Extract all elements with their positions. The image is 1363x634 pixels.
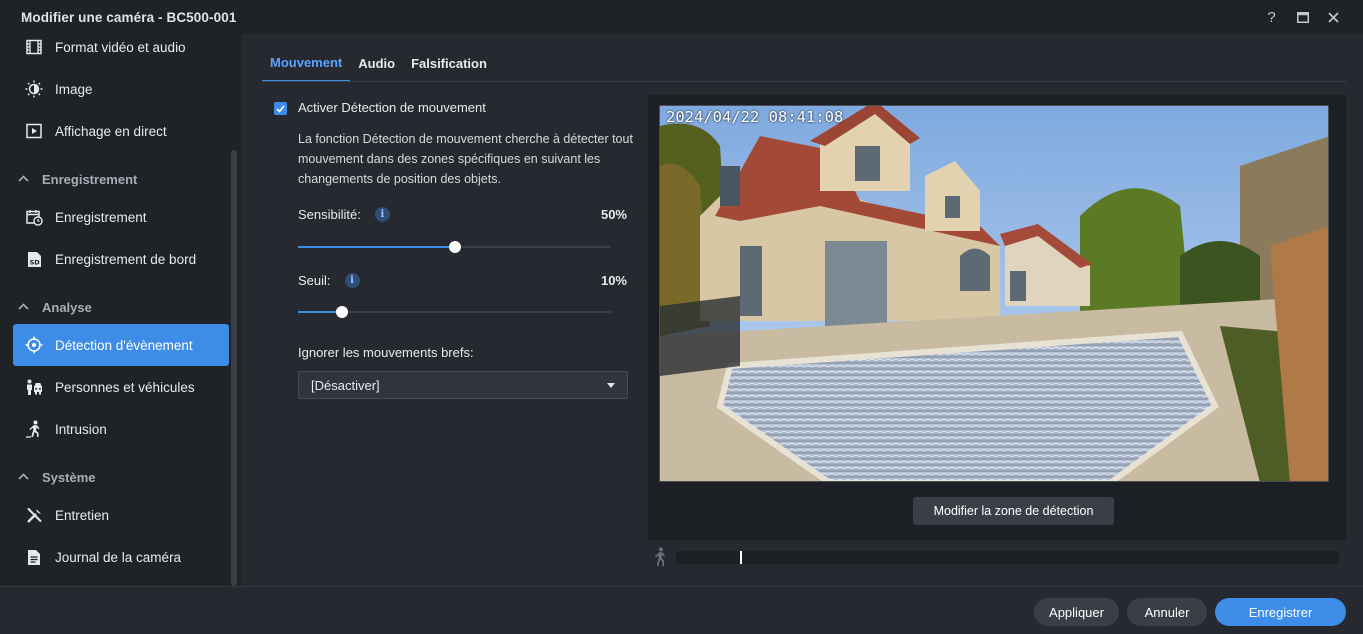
- sidebar-item-label: Affichage en direct: [55, 123, 167, 139]
- film-icon: [13, 26, 55, 68]
- info-icon[interactable]: i: [374, 207, 390, 222]
- tab-tampering[interactable]: Falsification: [403, 45, 495, 82]
- timeline-cursor[interactable]: [740, 551, 742, 564]
- log-icon: [13, 536, 55, 578]
- tab-motion[interactable]: Mouvement: [262, 45, 351, 82]
- threshold-label: Seuil: i: [298, 273, 360, 288]
- sidebar-group-label: Enregistrement: [42, 171, 138, 187]
- sidebar-item-label: Format vidéo et audio: [55, 39, 186, 55]
- person-vehicle-icon: [13, 366, 55, 408]
- chevron-down-icon: [607, 383, 615, 388]
- cancel-button[interactable]: Annuler: [1127, 598, 1207, 626]
- edit-detection-zone-button[interactable]: Modifier la zone de détection: [913, 497, 1114, 525]
- maximize-icon[interactable]: [1287, 0, 1318, 34]
- sidebar-scrollbar[interactable]: [231, 150, 237, 586]
- sidebar-item-label: Image: [55, 81, 93, 97]
- sensitivity-slider[interactable]: [298, 241, 611, 253]
- sensitivity-label-text: Sensibilité:: [298, 207, 361, 222]
- apply-button[interactable]: Appliquer: [1034, 598, 1119, 626]
- tab-bar: Mouvement Audio Falsification: [262, 45, 495, 83]
- save-button[interactable]: Enregistrer: [1215, 598, 1346, 626]
- sidebar-item-label: Enregistrement: [55, 209, 147, 225]
- tab-divider: [262, 81, 1346, 82]
- chevron-up-icon: [18, 173, 42, 185]
- motion-timeline[interactable]: [676, 551, 1339, 564]
- ignore-brief-label: Ignorer les mouvements brefs:: [298, 345, 474, 360]
- sidebar-item-image[interactable]: Image: [13, 68, 229, 110]
- sidebar-group-analysis[interactable]: Analyse: [18, 292, 92, 322]
- window-controls: ?: [1256, 0, 1349, 34]
- enable-motion-checkbox[interactable]: [274, 102, 287, 115]
- slider-handle[interactable]: [336, 306, 348, 318]
- sidebar-item-maintenance[interactable]: Entretien: [13, 494, 229, 536]
- sidebar-group-label: Système: [42, 469, 96, 485]
- enable-motion-label[interactable]: Activer Détection de mouvement: [298, 100, 486, 115]
- sidebar-item-video-audio-format[interactable]: Format vidéo et audio: [13, 26, 229, 68]
- tools-icon: [13, 494, 55, 536]
- sidebar-item-recording[interactable]: Enregistrement: [13, 196, 229, 238]
- threshold-slider[interactable]: [298, 306, 611, 318]
- sd-card-icon: SD: [13, 238, 55, 280]
- crosshair-icon: [13, 324, 55, 366]
- preview-timestamp: 2024/04/22 08:41:08: [666, 108, 844, 126]
- sidebar-item-label: Personnes et véhicules: [55, 379, 195, 395]
- camera-preview-image: [659, 105, 1329, 482]
- ignore-brief-value: [Désactiver]: [311, 377, 380, 393]
- slider-fill: [298, 246, 455, 248]
- sidebar-item-label: Enregistrement de bord: [55, 251, 197, 267]
- tab-audio[interactable]: Audio: [350, 45, 403, 82]
- sidebar-item-edge-recording[interactable]: SD Enregistrement de bord: [13, 238, 229, 280]
- sidebar-group-system[interactable]: Système: [18, 462, 95, 492]
- sidebar-item-camera-log[interactable]: Journal de la caméra: [13, 536, 229, 578]
- svg-text:SD: SD: [29, 258, 40, 266]
- info-icon[interactable]: i: [344, 273, 360, 288]
- sidebar-item-label: Entretien: [55, 507, 110, 523]
- window-title: Modifier une caméra - BC500-001: [21, 9, 237, 25]
- sidebar-item-people-vehicles[interactable]: Personnes et véhicules: [13, 366, 229, 408]
- intrusion-icon: [13, 408, 55, 450]
- motion-walker-icon: [654, 547, 665, 566]
- threshold-label-text: Seuil:: [298, 273, 331, 288]
- play-icon: [13, 110, 55, 152]
- help-icon[interactable]: ?: [1256, 0, 1287, 34]
- ignore-brief-select[interactable]: [Désactiver]: [298, 371, 628, 399]
- sidebar-group-recording[interactable]: Enregistrement: [18, 164, 137, 194]
- motion-description: La fonction Détection de mouvement cherc…: [298, 132, 633, 186]
- sensitivity-label: Sensibilité: i: [298, 207, 390, 222]
- sidebar-item-label: Intrusion: [55, 421, 107, 437]
- brightness-icon: [13, 68, 55, 110]
- sensitivity-value: 50%: [600, 207, 627, 222]
- sidebar-item-live-view[interactable]: Affichage en direct: [13, 110, 229, 152]
- sidebar-item-label: Détection d'évènement: [55, 337, 193, 353]
- threshold-value: 10%: [600, 273, 627, 288]
- check-icon: [276, 104, 285, 113]
- chevron-up-icon: [18, 471, 42, 483]
- record-schedule-icon: [13, 196, 55, 238]
- sidebar-item-event-detection[interactable]: Détection d'évènement: [13, 324, 229, 366]
- chevron-up-icon: [18, 301, 42, 313]
- sidebar-group-label: Analyse: [42, 299, 92, 315]
- slider-handle[interactable]: [448, 241, 461, 253]
- sidebar-item-label: Journal de la caméra: [55, 549, 182, 565]
- close-icon[interactable]: [1318, 0, 1349, 34]
- sidebar-item-intrusion[interactable]: Intrusion: [13, 408, 229, 450]
